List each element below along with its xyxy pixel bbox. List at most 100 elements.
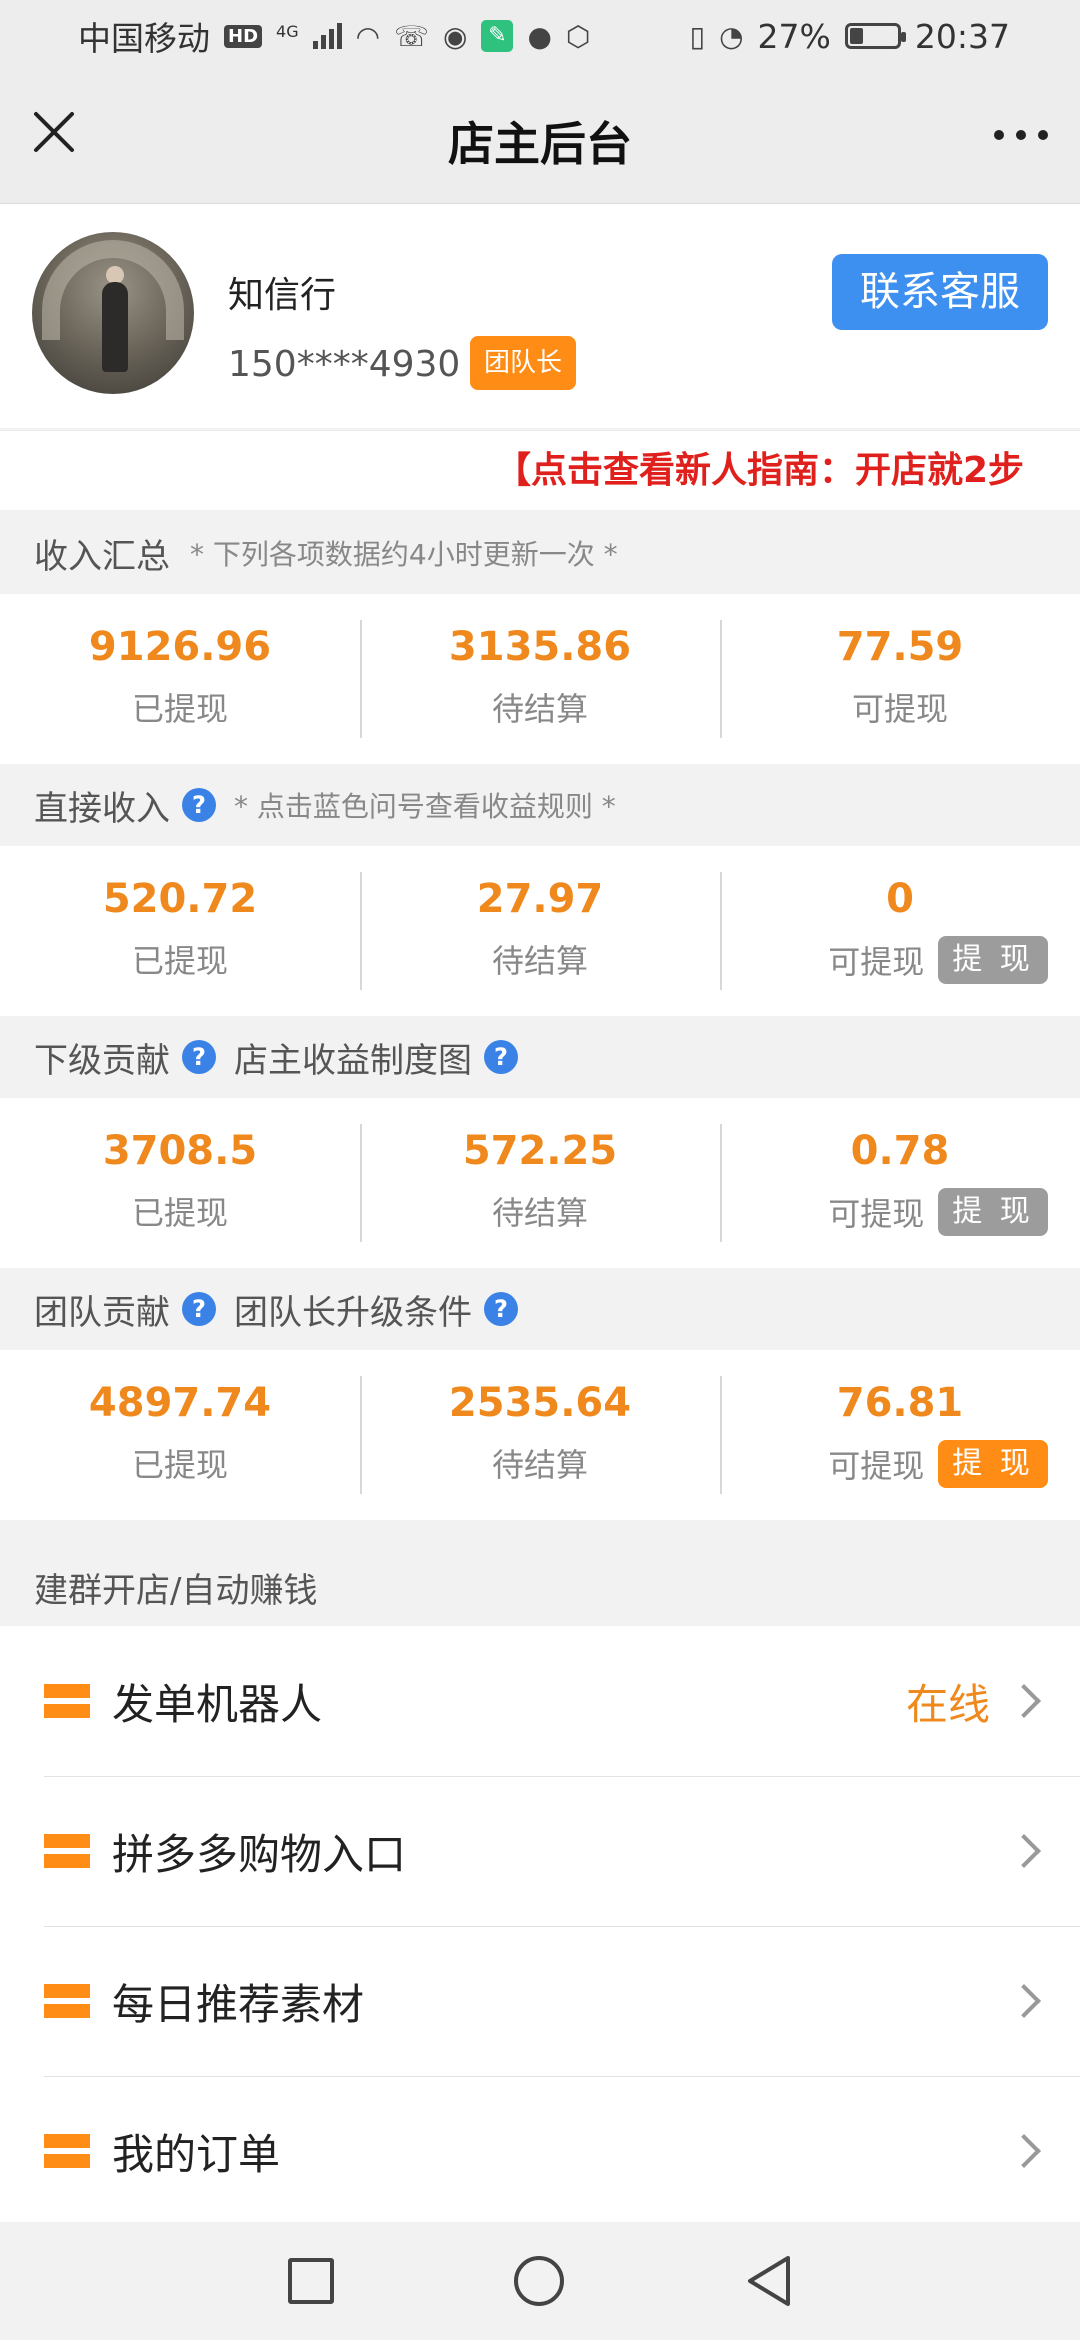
menu-header: 建群开店/自动赚钱 — [0, 1526, 1080, 1626]
hd-icon: HD — [224, 24, 263, 48]
stat-value: 27.97 — [476, 876, 604, 922]
list-icon — [44, 1834, 90, 1868]
stat-pending: 27.97 待结算 — [360, 846, 720, 1016]
menu-item-robot[interactable]: 发单机器人 在线 — [0, 1626, 1080, 1776]
withdraw-button[interactable]: 提 现 — [938, 936, 1048, 984]
menu-item-daily-material[interactable]: 每日推荐素材 — [0, 1926, 1080, 2076]
stat-value: 3135.86 — [448, 624, 632, 670]
recents-icon[interactable] — [288, 2258, 334, 2304]
more-icon[interactable] — [994, 130, 1048, 140]
direct-income-stats: 520.72 已提现 27.97 待结算 0 可提现 提 现 — [0, 846, 1080, 1016]
section-note: * 下列各项数据约4小时更新一次 * — [190, 538, 618, 571]
nav-bar: 店主后台 — [0, 72, 1080, 204]
stat-withdrawn: 520.72 已提现 — [0, 846, 360, 1016]
stat-value: 76.81 — [836, 1380, 964, 1426]
chevron-right-icon — [1007, 2134, 1041, 2168]
stat-value: 2535.64 — [448, 1380, 632, 1426]
direct-income-header: 直接收入 ? * 点击蓝色问号查看收益规则 * — [0, 764, 1080, 846]
stat-pending: 3135.86 待结算 — [360, 594, 720, 764]
stat-available: 76.81 可提现 提 现 — [720, 1350, 1080, 1520]
income-summary-header: 收入汇总 * 下列各项数据约4小时更新一次 * — [0, 512, 1080, 594]
stat-label: 可提现 — [828, 1447, 925, 1485]
chevron-right-icon — [1007, 1984, 1041, 2018]
stat-label: 待结算 — [491, 942, 588, 980]
stat-value: 77.59 — [836, 624, 964, 670]
avatar[interactable] — [32, 232, 194, 394]
battery-icon — [844, 23, 906, 49]
help-icon[interactable]: ? — [182, 1040, 216, 1074]
section-title: 收入汇总 — [34, 536, 170, 577]
sub-contribution-stats: 3708.5 已提现 572.25 待结算 0.78 可提现 提 现 — [0, 1098, 1080, 1268]
missed-call-icon: ☏ — [394, 19, 430, 53]
menu-item-label: 发单机器人 — [112, 1679, 323, 1729]
stat-value: 0 — [886, 876, 914, 922]
stat-pending: 572.25 待结算 — [360, 1098, 720, 1268]
income-summary-stats: 9126.96 已提现 3135.86 待结算 77.59 可提现 — [0, 594, 1080, 764]
status-bar: 中国移动 HD 4G ◠ ☏ ◉ ✎ ● ⬡ ▯ ◔ 27% 20:37 — [0, 0, 1080, 72]
stat-label-row: 可提现 提 现 — [720, 1440, 1080, 1488]
menu-item-pdd[interactable]: 拼多多购物入口 — [0, 1776, 1080, 1926]
profile-card: 知信行 150****4930 团队长 联系客服 — [0, 204, 1080, 428]
stat-withdrawn: 4897.74 已提现 — [0, 1350, 360, 1520]
stat-pending: 2535.64 待结算 — [360, 1350, 720, 1520]
battery-percent: 27% — [757, 16, 831, 56]
network-type: 4G — [276, 22, 299, 41]
stat-label-row: 可提现 提 现 — [720, 936, 1080, 984]
help-icon[interactable]: ? — [484, 1292, 518, 1326]
chat-icon: ● — [527, 19, 552, 53]
home-icon[interactable] — [514, 2256, 564, 2306]
stat-value: 9126.96 — [88, 624, 272, 670]
section-note: * 点击蓝色问号查看收益规则 * — [234, 790, 616, 823]
help-icon[interactable]: ? — [182, 788, 216, 822]
status-left: 中国移动 HD 4G ◠ ☏ ◉ ✎ ● ⬡ — [78, 12, 590, 60]
stat-label: 已提现 — [131, 1194, 228, 1232]
stat-label: 可提现 — [851, 690, 948, 728]
list-icon — [44, 1684, 90, 1718]
help-icon[interactable]: ? — [182, 1292, 216, 1326]
sub-contribution-header: 下级贡献 ? 店主收益制度图 ? — [0, 1016, 1080, 1098]
chevron-right-icon — [1007, 1684, 1041, 1718]
carrier-label: 中国移动 — [78, 19, 210, 58]
stat-available: 0.78 可提现 提 现 — [720, 1098, 1080, 1268]
page-title: 店主后台 — [448, 117, 632, 171]
contact-support-button[interactable]: 联系客服 — [832, 254, 1048, 330]
user-name: 知信行 — [228, 275, 337, 316]
stat-available: 0 可提现 提 现 — [720, 846, 1080, 1016]
menu-item-label: 每日推荐素材 — [112, 1979, 365, 2029]
stat-withdrawn: 9126.96 已提现 — [0, 594, 360, 764]
clock: 20:37 — [914, 16, 1010, 56]
section-title: 下级贡献 — [34, 1040, 170, 1081]
section-link[interactable]: 团队长升级条件 — [234, 1285, 472, 1334]
stat-available: 77.59 可提现 — [720, 594, 1080, 764]
stat-label: 待结算 — [491, 1446, 588, 1484]
vibrate-icon: ▯ — [689, 19, 706, 53]
stat-label: 可提现 — [828, 943, 925, 981]
list-icon — [44, 2134, 90, 2168]
app-notification-icon: ✎ — [481, 20, 514, 52]
list-icon — [44, 1984, 90, 2018]
speed-icon: ◔ — [719, 19, 744, 53]
withdraw-button[interactable]: 提 现 — [938, 1188, 1048, 1236]
battery-fill — [849, 28, 864, 44]
signal-icon — [312, 23, 342, 49]
online-status: 在线 — [905, 1679, 990, 1729]
back-icon[interactable] — [744, 2254, 794, 2308]
wifi-icon: ◠ — [355, 19, 381, 53]
status-right: ▯ ◔ 27% 20:37 — [690, 17, 1010, 56]
role-badge: 团队长 — [470, 336, 577, 390]
system-nav-bar — [0, 2222, 1080, 2340]
newbie-guide-link[interactable]: 【点击查看新人指南：开店就2步 — [0, 430, 1080, 510]
section-link[interactable]: 店主收益制度图 — [234, 1033, 472, 1082]
menu-list: 发单机器人 在线 拼多多购物入口 每日推荐素材 我的订单 — [0, 1626, 1080, 2226]
stat-label: 待结算 — [491, 690, 588, 728]
menu-item-orders[interactable]: 我的订单 — [0, 2076, 1080, 2226]
help-icon[interactable]: ? — [484, 1040, 518, 1074]
menu-item-label: 拼多多购物入口 — [112, 1829, 407, 1879]
withdraw-button[interactable]: 提 现 — [938, 1440, 1048, 1488]
stat-label-row: 可提现 提 现 — [720, 1188, 1080, 1236]
stat-value: 572.25 — [462, 1128, 618, 1174]
stat-label: 已提现 — [131, 690, 228, 728]
stat-label: 待结算 — [491, 1194, 588, 1232]
stat-label: 已提现 — [131, 1446, 228, 1484]
section-title: 直接收入 — [34, 788, 170, 829]
